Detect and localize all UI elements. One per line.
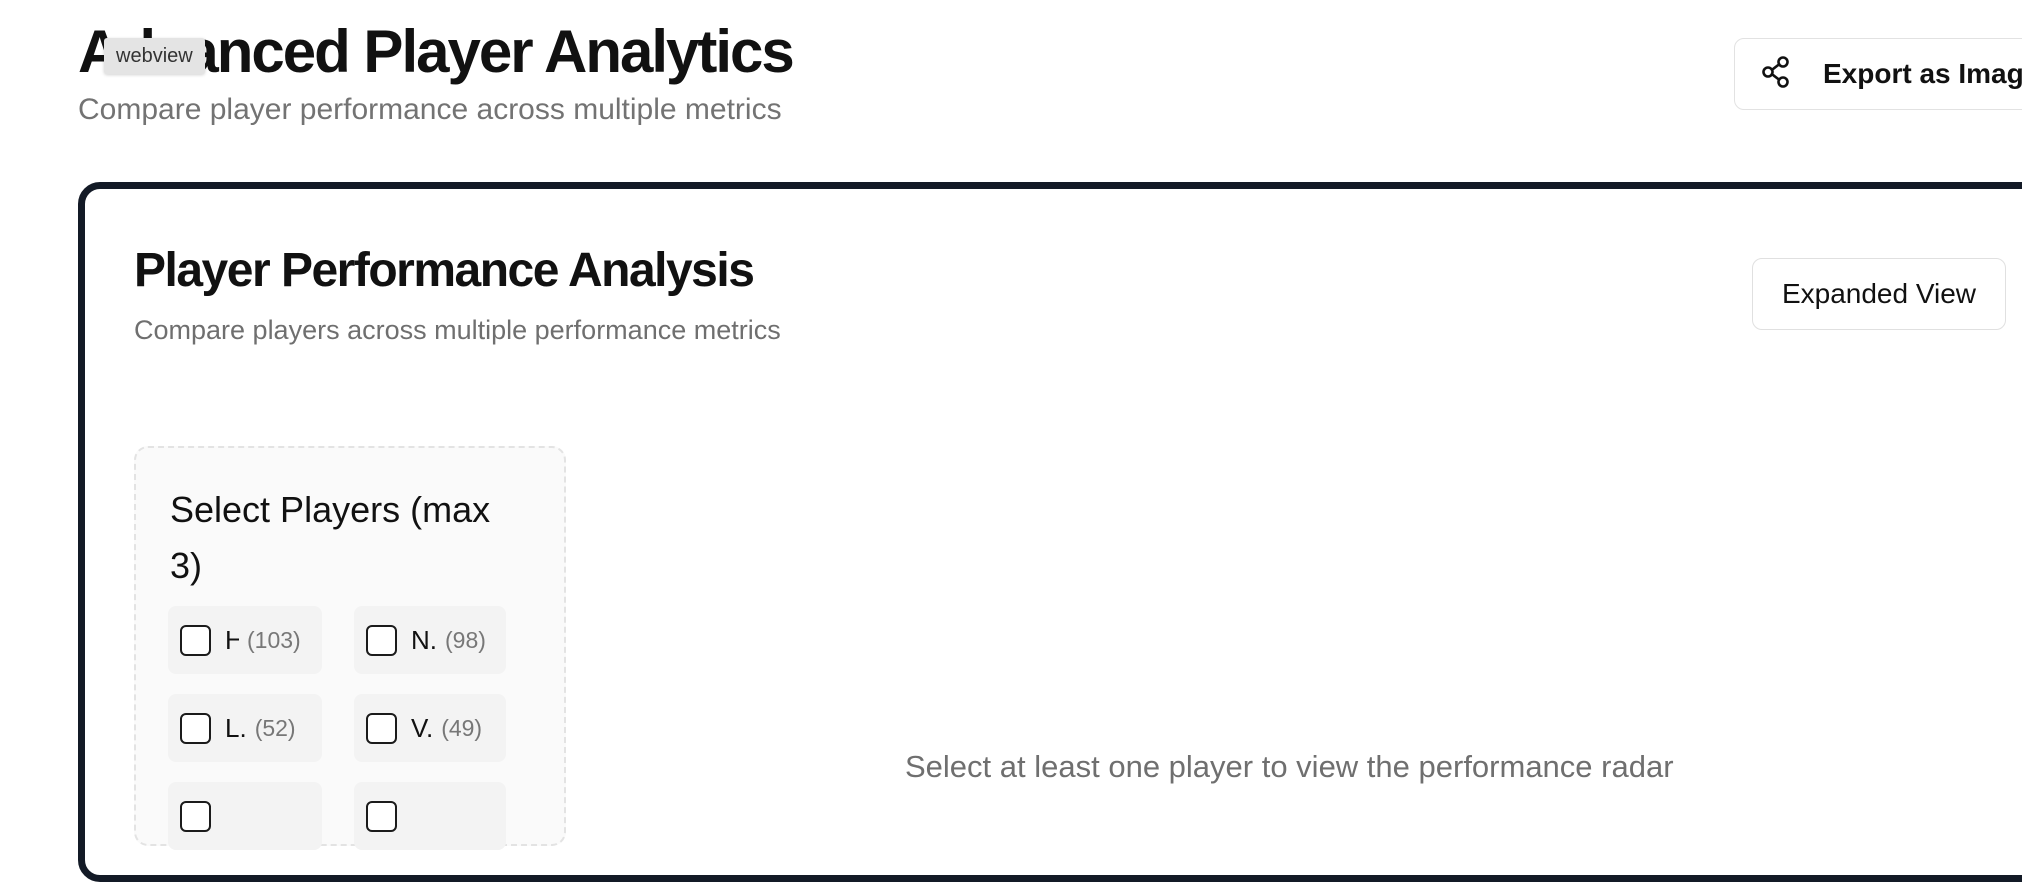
player-selection-panel: Select Players (max 3) H. (103) N. (98) … [134, 446, 566, 850]
player-count: (103) [247, 626, 301, 653]
player-option[interactable]: H. (103) [168, 606, 322, 674]
page-subtitle: Compare player performance across multip… [78, 93, 782, 126]
player-name: L. [225, 712, 247, 743]
checkbox-unchecked-icon[interactable] [180, 712, 211, 744]
export-as-image-button[interactable]: Export as Image [1734, 38, 2022, 110]
player-count: (98) [445, 626, 486, 653]
player-option[interactable] [168, 782, 322, 850]
player-panel-heading: Select Players (max 3) [170, 489, 491, 586]
expanded-view-button[interactable]: Expanded View [1752, 258, 2006, 330]
player-name: N. [411, 624, 437, 655]
player-name: H. [225, 624, 239, 655]
share-icon [1761, 55, 1791, 93]
card-title: Player Performance Analysis [134, 244, 755, 297]
checkbox-unchecked-icon[interactable] [366, 800, 397, 832]
player-name: V. [411, 712, 434, 743]
checkbox-unchecked-icon[interactable] [366, 712, 397, 744]
player-option[interactable]: N. (98) [354, 606, 506, 674]
checkbox-unchecked-icon[interactable] [366, 624, 397, 656]
player-count: (52) [254, 714, 296, 741]
webview-tooltip: webview [104, 38, 205, 74]
player-option[interactable] [354, 782, 506, 850]
checkbox-unchecked-icon[interactable] [180, 800, 211, 832]
radar-empty-message: Select at least one player to view the p… [905, 749, 1674, 784]
player-option[interactable]: L. (52) [168, 694, 322, 762]
export-button-label: Export as Image [1823, 58, 2022, 89]
player-count: (49) [441, 714, 483, 741]
card-subtitle: Compare players across multiple performa… [134, 315, 781, 345]
checkbox-unchecked-icon[interactable] [180, 624, 211, 656]
player-option[interactable]: V. (49) [354, 694, 506, 762]
